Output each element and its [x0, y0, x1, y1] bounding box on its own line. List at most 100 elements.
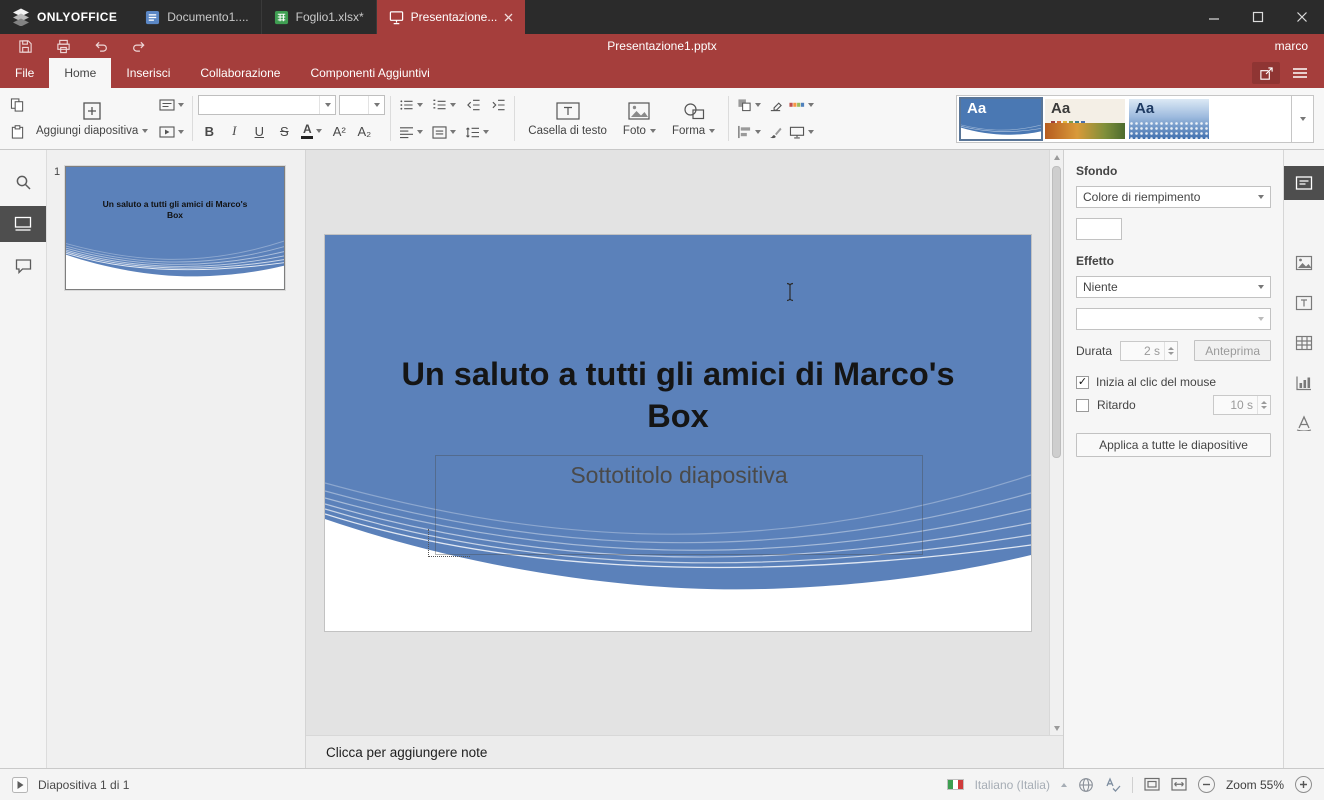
change-layout-button[interactable]	[156, 94, 187, 116]
delay-spinner[interactable]: 10 s	[1213, 395, 1271, 415]
slide-title-text[interactable]: Un saluto a tutti gli amici di Marco's B…	[398, 353, 958, 437]
scroll-up-arrow[interactable]	[1050, 150, 1063, 164]
strikethrough-button[interactable]: S	[273, 120, 295, 142]
chevron-down-icon	[142, 128, 149, 133]
current-slide[interactable]: Un saluto a tutti gli amici di Marco's B…	[325, 235, 1031, 631]
spinner-arrows[interactable]	[1164, 341, 1177, 360]
document-language-icon[interactable]	[1078, 777, 1094, 793]
vertical-align-button[interactable]	[429, 121, 459, 143]
tab-presentation[interactable]: Presentazione...	[376, 0, 526, 34]
apply-to-all-button[interactable]: Applica a tutte le diapositive	[1076, 433, 1271, 457]
open-file-location-button[interactable]	[1252, 62, 1280, 84]
textart-settings-button[interactable]	[1284, 406, 1324, 440]
theme-thumbnail-blue-wave[interactable]: Aa	[959, 96, 1043, 141]
slide-subtitle-text[interactable]: Sottotitolo diapositiva	[436, 462, 922, 489]
vertical-scrollbar[interactable]	[1049, 150, 1063, 735]
font-name-select[interactable]	[198, 95, 337, 115]
subtitle-placeholder[interactable]: Sottotitolo diapositiva	[435, 455, 923, 555]
fit-width-icon[interactable]	[1171, 777, 1187, 792]
add-slide-button[interactable]: Aggiungi diapositiva	[28, 90, 156, 147]
preview-button[interactable]: Anteprima	[1194, 340, 1271, 361]
clear-style-button[interactable]	[764, 94, 786, 116]
tab-home[interactable]: Home	[49, 58, 112, 88]
color-scheme-button[interactable]	[786, 94, 817, 116]
tab-collaboration[interactable]: Collaborazione	[185, 58, 295, 88]
background-color-swatch[interactable]	[1076, 218, 1122, 240]
scroll-down-arrow[interactable]	[1050, 721, 1063, 735]
chevron-up-icon[interactable]	[1060, 782, 1067, 787]
close-window-button[interactable]	[1280, 0, 1324, 34]
chevron-down-icon	[808, 103, 815, 107]
slide-settings-button[interactable]	[1284, 166, 1324, 200]
collapse-toolbar-button[interactable]	[1286, 62, 1314, 84]
font-size-select[interactable]	[339, 95, 386, 115]
increase-indent-button[interactable]	[487, 94, 509, 116]
background-fill-select[interactable]: Colore di riempimento	[1076, 186, 1271, 208]
align-shape-button[interactable]	[734, 121, 764, 143]
spellcheck-icon[interactable]	[1105, 776, 1121, 793]
text-settings-button[interactable]	[1284, 286, 1324, 320]
text-box-button[interactable]: Casella di testo	[520, 90, 615, 147]
effect-select[interactable]: Niente	[1076, 276, 1271, 298]
horizontal-align-button[interactable]	[396, 121, 426, 143]
print-button[interactable]	[48, 36, 78, 56]
delay-checkbox[interactable]	[1076, 398, 1089, 412]
undo-button[interactable]	[86, 36, 116, 56]
search-button[interactable]	[0, 164, 46, 200]
decrease-indent-button[interactable]	[462, 94, 484, 116]
superscript-button[interactable]: A²	[328, 120, 350, 142]
spreadsheet-icon	[274, 10, 288, 24]
subscript-button[interactable]: A₂	[353, 120, 375, 142]
table-settings-button[interactable]	[1284, 326, 1324, 360]
tab-document[interactable]: Documento1....	[133, 0, 262, 34]
slide-size-button[interactable]	[786, 121, 817, 143]
maximize-button[interactable]	[1236, 0, 1280, 34]
duration-spinner[interactable]: 2 s	[1120, 340, 1179, 361]
minimize-button[interactable]	[1192, 0, 1236, 34]
photo-button[interactable]: Foto	[615, 90, 664, 147]
redo-button[interactable]	[124, 36, 154, 56]
theme-gallery-expand-button[interactable]	[1291, 95, 1313, 142]
italic-button[interactable]: I	[223, 120, 245, 142]
editor-canvas: Un saluto a tutti gli amici di Marco's B…	[306, 150, 1063, 768]
shape-button[interactable]: Forma	[664, 90, 723, 147]
tab-insert[interactable]: Inserisci	[111, 58, 185, 88]
underline-button[interactable]: U	[248, 120, 270, 142]
theme-thumbnail-blue-dots[interactable]: Aa	[1129, 98, 1209, 139]
chart-settings-button[interactable]	[1284, 366, 1324, 400]
slide-thumbnail-1[interactable]: Un saluto a tutti gli amici di Marco's B…	[65, 166, 285, 290]
language-label[interactable]: Italiano (Italia)	[975, 778, 1050, 792]
user-name[interactable]: marco	[1275, 39, 1324, 53]
line-spacing-button[interactable]	[462, 121, 492, 143]
close-tab-icon[interactable]	[504, 13, 513, 22]
slides-panel-button[interactable]	[0, 206, 46, 242]
canvas-viewport[interactable]: Un saluto a tutti gli amici di Marco's B…	[306, 150, 1063, 735]
tab-plugins[interactable]: Componenti Aggiuntivi	[295, 58, 444, 88]
copy-button[interactable]	[6, 94, 28, 116]
theme-thumbnail-autumn[interactable]: Aa	[1045, 98, 1125, 139]
fit-slide-icon[interactable]	[1144, 777, 1160, 792]
zoom-out-button[interactable]	[1197, 776, 1215, 793]
start-slideshow-icon[interactable]	[12, 776, 28, 793]
tab-file[interactable]: File	[0, 58, 49, 88]
start-slideshow-button[interactable]	[156, 121, 187, 143]
arrange-shape-button[interactable]	[734, 94, 764, 116]
save-button[interactable]	[10, 36, 40, 56]
paste-button[interactable]	[6, 121, 28, 143]
effect-type-select[interactable]	[1076, 308, 1271, 330]
comments-button[interactable]	[0, 248, 46, 284]
bold-button[interactable]: B	[198, 120, 220, 142]
start-on-click-checkbox[interactable]: ✓	[1076, 375, 1089, 389]
bullet-list-button[interactable]	[396, 94, 426, 116]
font-color-button[interactable]: A	[298, 120, 325, 142]
copy-style-button[interactable]	[764, 121, 786, 143]
image-settings-button[interactable]	[1284, 246, 1324, 280]
spinner-arrows[interactable]	[1257, 396, 1270, 414]
zoom-in-button[interactable]	[1295, 776, 1312, 793]
notes-area[interactable]: Clicca per aggiungere note	[306, 735, 1063, 768]
tab-spreadsheet[interactable]: Foglio1.xlsx*	[262, 0, 377, 34]
zoom-level[interactable]: Zoom 55%	[1226, 778, 1284, 792]
numbered-list-button[interactable]	[429, 94, 459, 116]
scrollbar-thumb[interactable]	[1052, 166, 1061, 458]
chevron-down-icon	[319, 96, 335, 114]
